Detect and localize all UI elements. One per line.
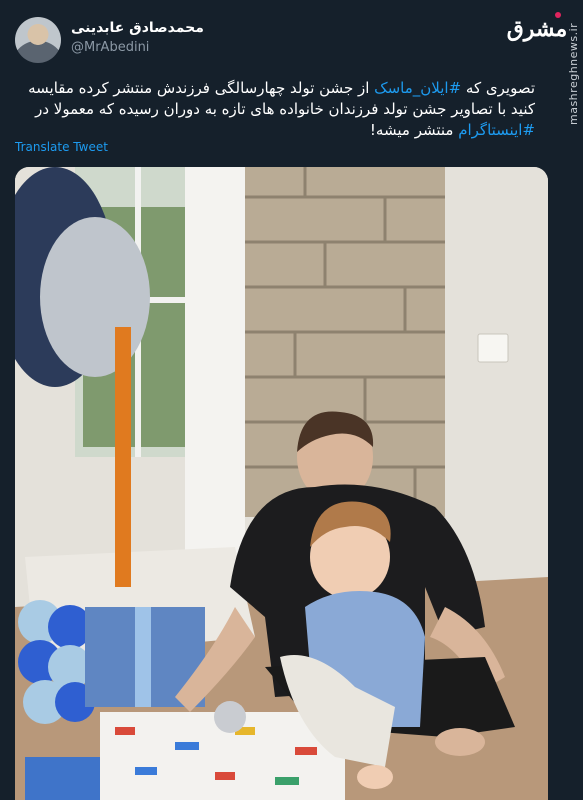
gift-blue-ribbon	[135, 607, 151, 707]
author-avatar[interactable]	[15, 17, 61, 63]
ribbon-orange	[115, 327, 131, 587]
light-switch	[477, 333, 509, 363]
tweet-text-part-1: تصویری که	[461, 79, 535, 97]
tweet-text: تصویری که #ایلان_ماسک از جشن تولد چهارسا…	[15, 78, 535, 141]
translate-tweet-link[interactable]: Translate Tweet	[15, 140, 108, 154]
gift-small	[25, 757, 100, 800]
balloon-stack	[18, 600, 95, 724]
tweet-photo[interactable]	[15, 167, 548, 800]
curtain	[185, 167, 245, 557]
author-handle[interactable]: @MrAbedini	[71, 40, 149, 55]
hashtag-elon-musk[interactable]: #ایلان_ماسک	[374, 79, 461, 97]
man-foot	[435, 728, 485, 756]
gift-bow-silver	[214, 701, 246, 733]
photo-scene	[15, 167, 548, 800]
logo-mark: مشرق	[506, 16, 568, 42]
child-foot	[357, 765, 393, 789]
author-display-name[interactable]: محمدصادق عابدینی	[71, 20, 204, 36]
mashregh-logo: مشرق	[507, 12, 567, 46]
tweet-text-part-3: منتشر میشه!	[369, 121, 459, 139]
site-watermark: mashreghnews.ir	[567, 22, 580, 125]
hashtag-instagram[interactable]: #اینستاگرام	[458, 121, 535, 139]
logo-dot	[555, 12, 561, 18]
balloon-silver	[40, 217, 150, 377]
